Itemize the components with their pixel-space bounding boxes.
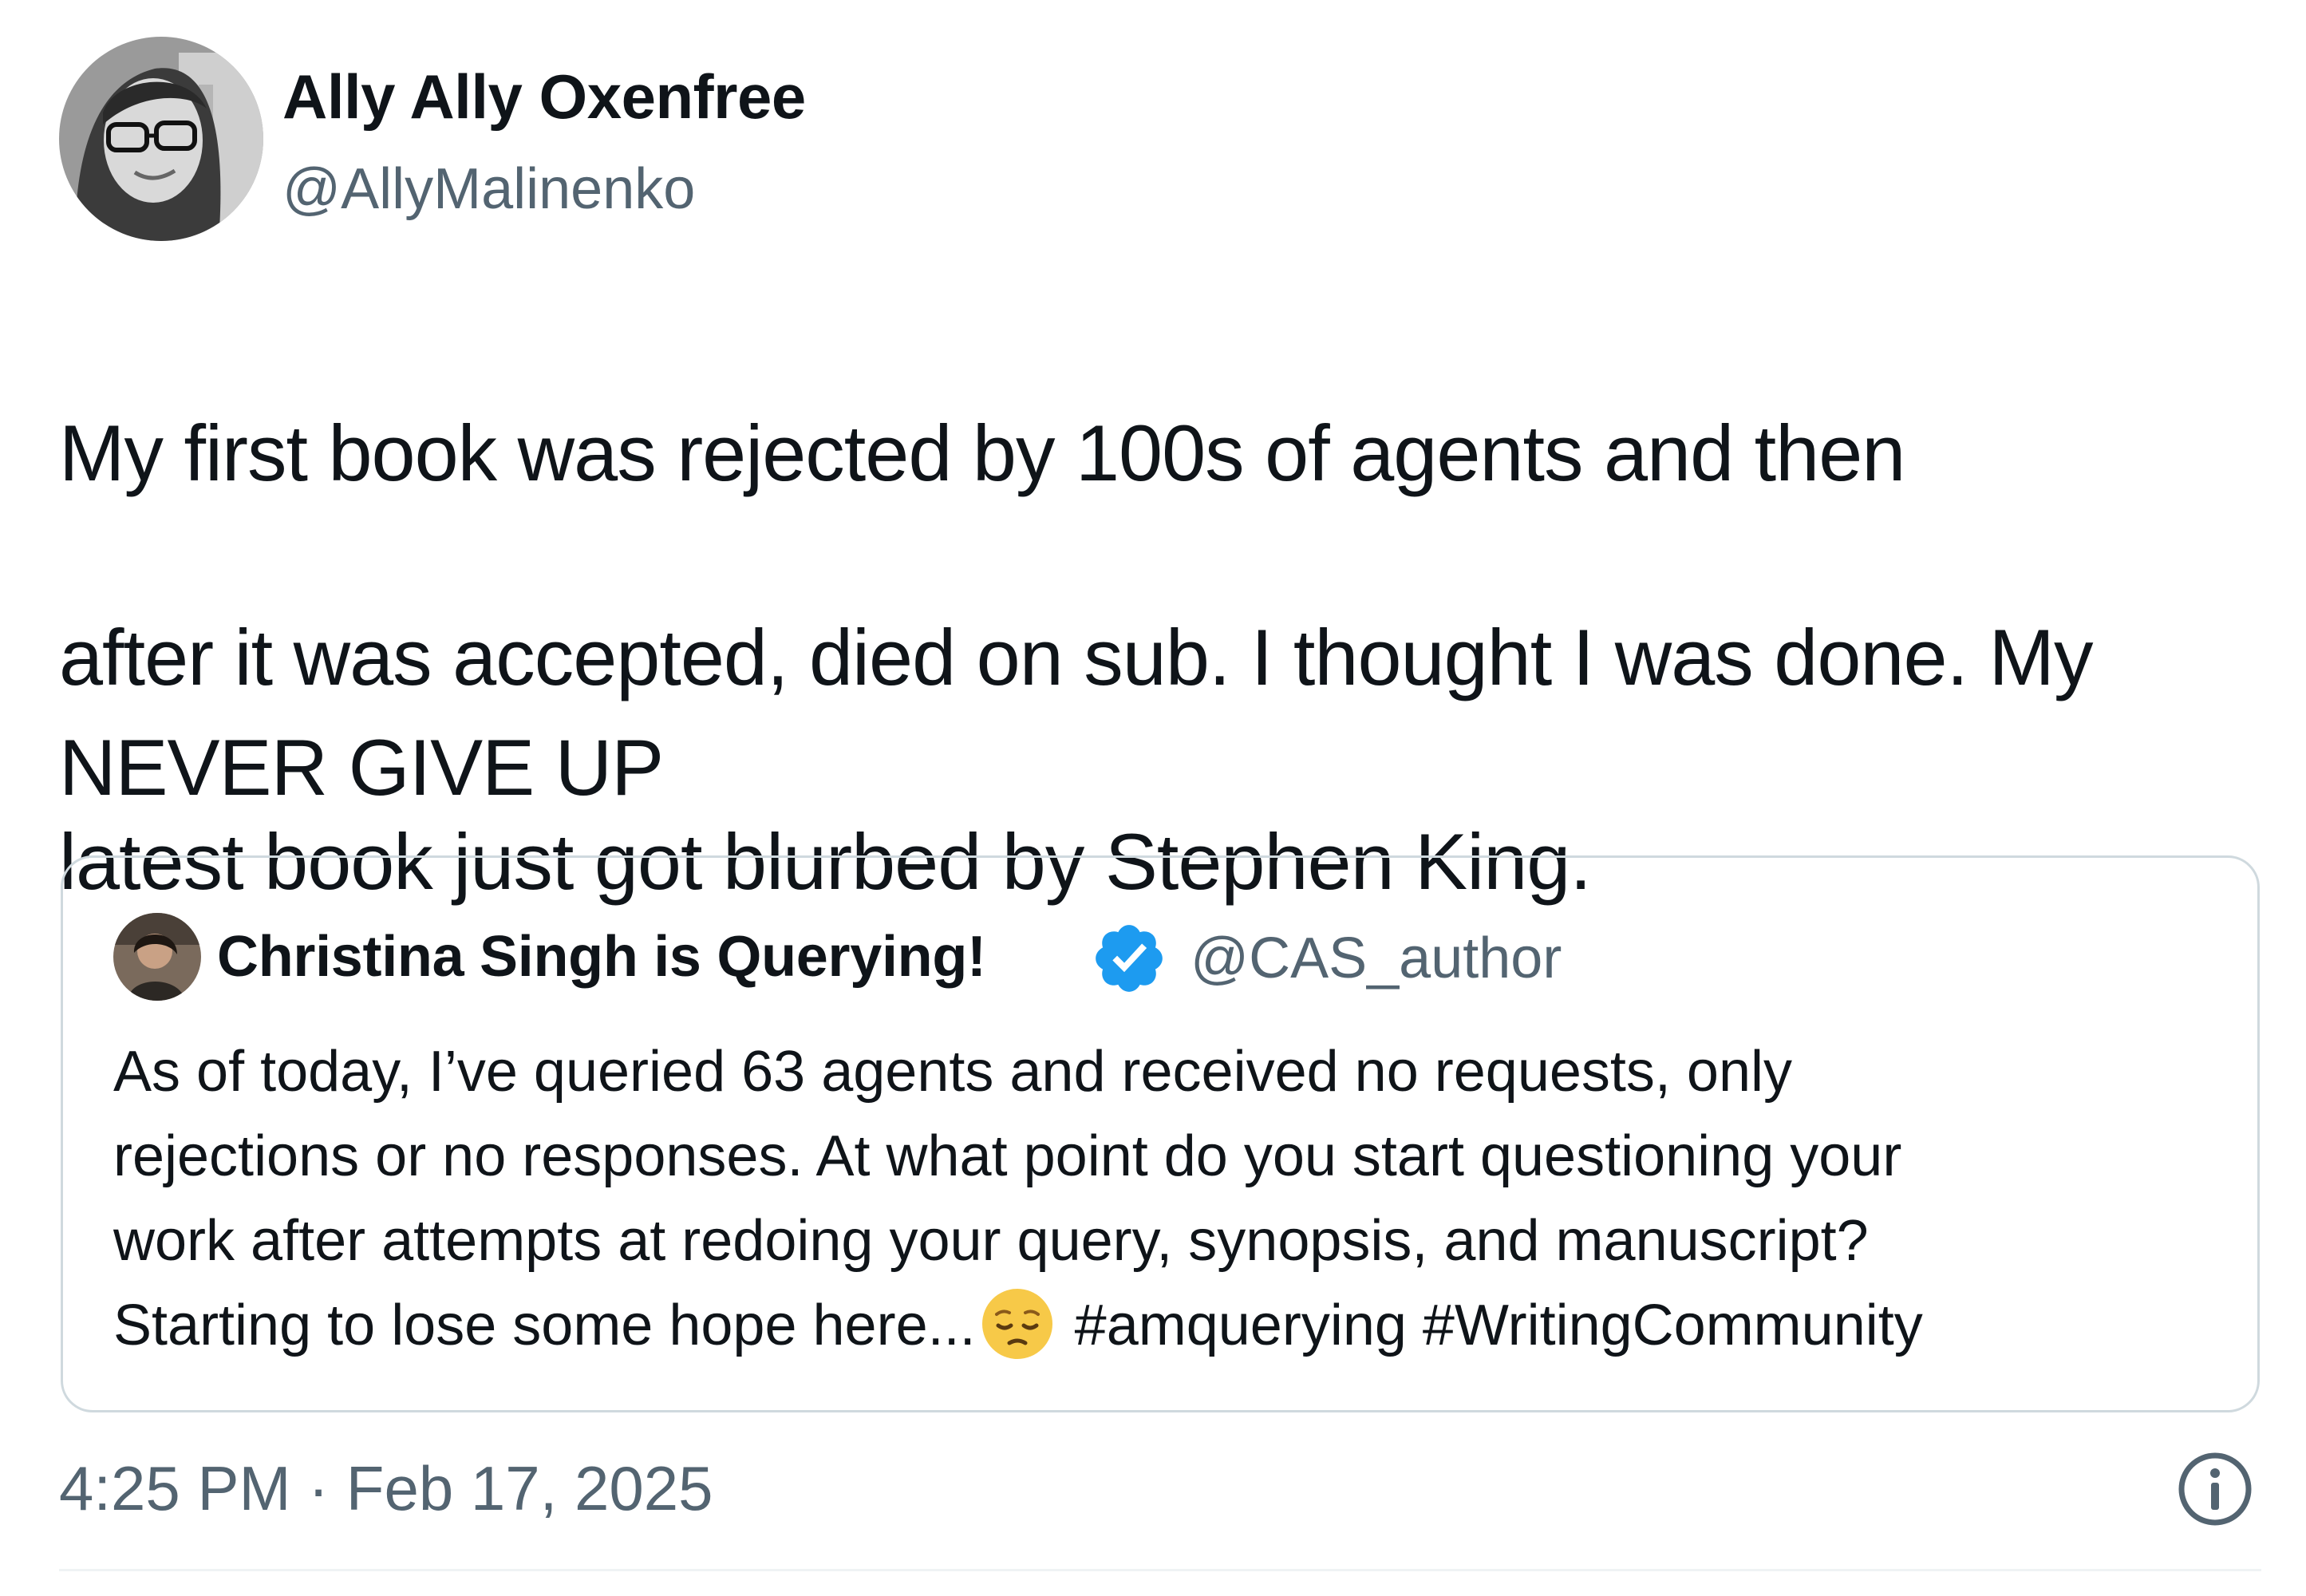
quoted-line: As of today, I’ve queried 63 agents and … — [113, 1040, 1792, 1104]
tweet-line: My first book was rejected by 100s of ag… — [59, 409, 1905, 497]
info-icon[interactable] — [2172, 1446, 2258, 1532]
author-handle[interactable]: @AllyMalinenko — [282, 156, 695, 222]
author-display-name[interactable]: Ally Ally Oxenfree — [282, 61, 806, 133]
tweet-emphasis-line: NEVER GIVE UP — [59, 723, 664, 812]
quoted-last-line: Starting to lose some hope here... #amqu… — [113, 1283, 2252, 1368]
quoted-last-line-text: Starting to lose some hope here... — [113, 1294, 976, 1357]
tweet-line: after it was accepted, died on sub. I th… — [59, 613, 2094, 701]
author-avatar[interactable] — [59, 37, 263, 241]
quoted-display-name[interactable]: Christina Singh is Querying! — [217, 924, 986, 990]
quoted-line: rejections or no responses. At what poin… — [113, 1124, 1902, 1188]
verified-badge-icon — [1090, 919, 1168, 998]
quoted-line: work after attempts at redoing your quer… — [113, 1209, 1869, 1273]
hashtags-link[interactable]: #amquerying #WritingCommunity — [1075, 1294, 1923, 1357]
quoted-author-avatar[interactable] — [113, 913, 201, 1001]
tweet-timestamp[interactable]: 4:25 PM · Feb 17, 2025 — [59, 1452, 713, 1525]
quoted-handle[interactable]: @CAS_author — [1191, 926, 1562, 991]
bottom-divider — [59, 1569, 2261, 1571]
pensive-face-emoji-icon — [979, 1286, 1056, 1362]
quoted-tweet-text: As of today, I’ve queried 63 agents and … — [113, 1029, 2252, 1368]
